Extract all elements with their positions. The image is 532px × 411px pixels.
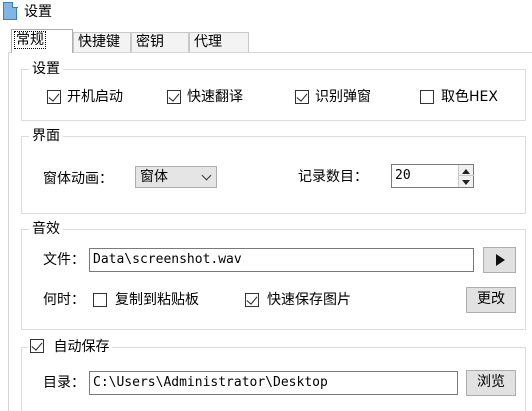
popup-recognition-checkbox[interactable]: [295, 90, 309, 104]
settings-group: 设置 开机启动 快速翻译 识别弹窗 取色HEX: [21, 60, 526, 121]
autosave-group: 自动保存 目录： C:\Users\Administrator\Desktop …: [21, 338, 526, 411]
sound-group: 音效 文件： Data\screenshot.wav 何时： 复制到粘贴板 快速…: [21, 220, 526, 330]
chevron-down-icon: [201, 170, 212, 181]
record-count-value: 20: [395, 168, 411, 183]
tab-general[interactable]: 常规: [11, 29, 73, 53]
copy-clipboard-label: 复制到粘贴板: [115, 292, 199, 308]
directory-label: 目录：: [43, 375, 85, 391]
quick-save-image-checkbox[interactable]: [245, 293, 259, 307]
quick-translate-label: 快速翻译: [187, 89, 243, 105]
play-icon: [495, 254, 505, 266]
tab-hotkeys[interactable]: 快捷键: [73, 32, 131, 53]
interface-group: 界面 窗体动画： 窗体 记录数目： 20: [21, 127, 526, 214]
quick-save-image-label: 快速保存图片: [267, 292, 351, 308]
quick-translate-checkbox[interactable]: [167, 90, 181, 104]
directory-input[interactable]: C:\Users\Administrator\Desktop: [89, 371, 458, 395]
autosave-group-header: 自动保存: [28, 338, 113, 356]
spin-up-icon[interactable]: [459, 165, 474, 176]
browse-button[interactable]: 浏览: [466, 370, 516, 396]
popup-recognition-label: 识别弹窗: [315, 89, 371, 105]
color-hex-label: 取色HEX: [441, 89, 498, 105]
animation-select-value: 窗体: [140, 169, 168, 185]
spin-buttons: [458, 165, 474, 187]
sound-file-input[interactable]: Data\screenshot.wav: [89, 248, 474, 272]
tab-proxy[interactable]: 代理: [189, 32, 249, 53]
window-title: 设置: [24, 4, 52, 20]
when-label: 何时：: [43, 292, 85, 308]
settings-group-title: 设置: [29, 60, 63, 78]
autosave-checkbox[interactable]: [30, 339, 44, 353]
interface-group-title: 界面: [29, 127, 63, 145]
record-count-label: 记录数目：: [298, 169, 368, 185]
autosave-group-title: 自动保存: [53, 339, 110, 355]
animation-select[interactable]: 窗体: [135, 166, 217, 188]
autostart-checkbox[interactable]: [47, 90, 61, 104]
animation-label: 窗体动画：: [43, 171, 113, 187]
autostart-label: 开机启动: [67, 89, 123, 105]
color-hex-checkbox[interactable]: [420, 90, 434, 104]
sound-group-title: 音效: [29, 220, 63, 238]
change-button[interactable]: 更改: [466, 287, 516, 313]
tab-keys[interactable]: 密钥: [131, 32, 189, 53]
play-button[interactable]: [483, 247, 516, 273]
file-label: 文件：: [43, 252, 85, 268]
app-icon: [3, 2, 19, 22]
spin-down-icon[interactable]: [459, 176, 474, 187]
copy-clipboard-checkbox[interactable]: [93, 293, 107, 307]
